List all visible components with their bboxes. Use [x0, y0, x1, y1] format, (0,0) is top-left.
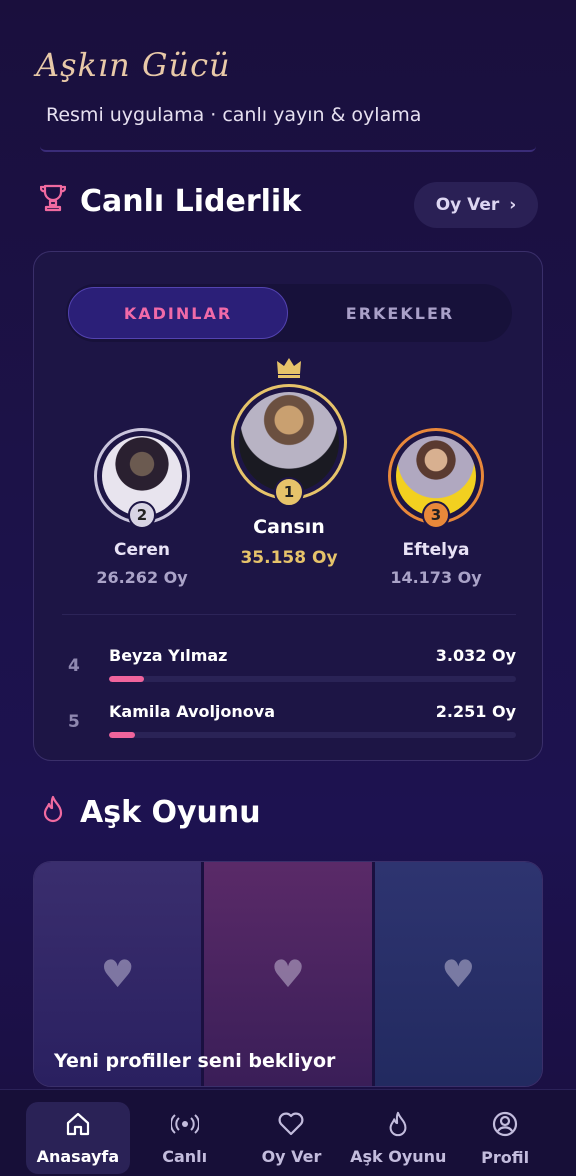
- vote-button[interactable]: Oy Ver ›: [414, 182, 538, 228]
- broadcast-icon: [169, 1111, 200, 1141]
- tab-men[interactable]: ERKEKLER: [290, 287, 510, 339]
- app-logo-text: Aşkın Gücü: [36, 46, 231, 84]
- app-logo: Aşkın Gücü: [36, 46, 231, 84]
- rank-number: 4: [68, 656, 80, 676]
- leaderboard-card: KADINLAR ERKEKLER 2 Ceren 26.262 Oy 1 Ca…: [33, 251, 543, 761]
- flame-icon: [38, 795, 68, 830]
- heart-icon: ♥: [441, 952, 476, 996]
- nav-label: Oy Ver: [261, 1146, 322, 1166]
- vote-progress-bar: [109, 676, 516, 682]
- podium-name: Cansın: [253, 516, 325, 538]
- list-divider: [62, 614, 516, 615]
- header-divider: [40, 146, 536, 152]
- app-subtitle: Resmi uygulama · canlı yayın & oylama: [46, 104, 422, 126]
- podium-third[interactable]: 3 Eftelya 14.173 Oy: [386, 428, 486, 587]
- vote-count: 2.251 Oy: [435, 702, 516, 721]
- nav-label: Aşk Oyunu: [350, 1146, 447, 1166]
- game-panel: ♥: [371, 862, 542, 1086]
- nav-label: Profil: [481, 1147, 530, 1167]
- profile-icon: [491, 1110, 519, 1142]
- home-icon: [65, 1111, 91, 1141]
- nav-item-vote[interactable]: Oy Ver: [240, 1102, 344, 1174]
- podium-first[interactable]: 1 Cansın 35.158 Oy: [230, 356, 348, 568]
- podium-votes: 26.262 Oy: [96, 568, 188, 587]
- heart-icon: [277, 1111, 305, 1141]
- rank-badge: 1: [274, 477, 304, 507]
- contestant-name: Kamila Avoljonova: [109, 702, 276, 721]
- game-title: Aşk Oyunu: [80, 795, 261, 830]
- bottom-nav: Anasayfa Canlı Oy Ver Aşk Oyunu Profil: [0, 1089, 576, 1176]
- vote-button-label: Oy Ver: [435, 195, 500, 215]
- tab-women[interactable]: KADINLAR: [68, 287, 288, 339]
- nav-item-live[interactable]: Canlı: [133, 1102, 237, 1174]
- vote-progress-fill: [109, 732, 136, 738]
- contestant-name: Beyza Yılmaz: [109, 646, 228, 665]
- flame-icon: [387, 1111, 409, 1141]
- podium-votes: 35.158 Oy: [240, 548, 338, 568]
- nav-label: Anasayfa: [36, 1146, 120, 1166]
- list-item[interactable]: 4 Beyza Yılmaz 3.032 Oy: [66, 644, 516, 694]
- avatar: 3: [388, 428, 484, 529]
- nav-item-profile[interactable]: Profil: [453, 1102, 557, 1174]
- list-item[interactable]: 5 Kamila Avoljonova 2.251 Oy: [66, 700, 516, 750]
- podium-votes: 14.173 Oy: [390, 568, 482, 587]
- vote-progress-bar: [109, 732, 516, 738]
- heart-icon: ♥: [100, 952, 135, 996]
- podium-name: Eftelya: [402, 540, 470, 560]
- vote-progress-fill: [109, 676, 144, 682]
- vote-count: 3.032 Oy: [435, 646, 516, 665]
- heart-icon: ♥: [270, 952, 306, 996]
- nav-item-love-game[interactable]: Aşk Oyunu: [346, 1102, 450, 1174]
- podium-name: Ceren: [113, 540, 171, 560]
- crown-icon: [230, 356, 348, 380]
- leaderboard-header: Canlı Liderlik: [38, 184, 301, 219]
- nav-label: Canlı: [162, 1146, 208, 1166]
- game-header: Aşk Oyunu: [38, 795, 261, 830]
- chevron-right-icon: ›: [509, 195, 517, 215]
- nav-item-home[interactable]: Anasayfa: [26, 1102, 130, 1174]
- avatar: 1: [231, 384, 347, 507]
- rank-number: 5: [68, 712, 80, 732]
- trophy-icon: [38, 184, 68, 219]
- game-caption: Yeni profiller seni bekliyor: [54, 1050, 336, 1072]
- leaderboard-title: Canlı Liderlik: [80, 184, 302, 219]
- avatar: 2: [94, 428, 190, 529]
- game-card[interactable]: ♥ ♥ ♥ Yeni profiller seni bekliyor: [33, 861, 543, 1087]
- rank-badge: 3: [422, 501, 450, 529]
- rank-badge: 2: [128, 501, 156, 529]
- gender-tabs: KADINLAR ERKEKLER: [66, 284, 512, 342]
- podium-second[interactable]: 2 Ceren 26.262 Oy: [92, 428, 192, 587]
